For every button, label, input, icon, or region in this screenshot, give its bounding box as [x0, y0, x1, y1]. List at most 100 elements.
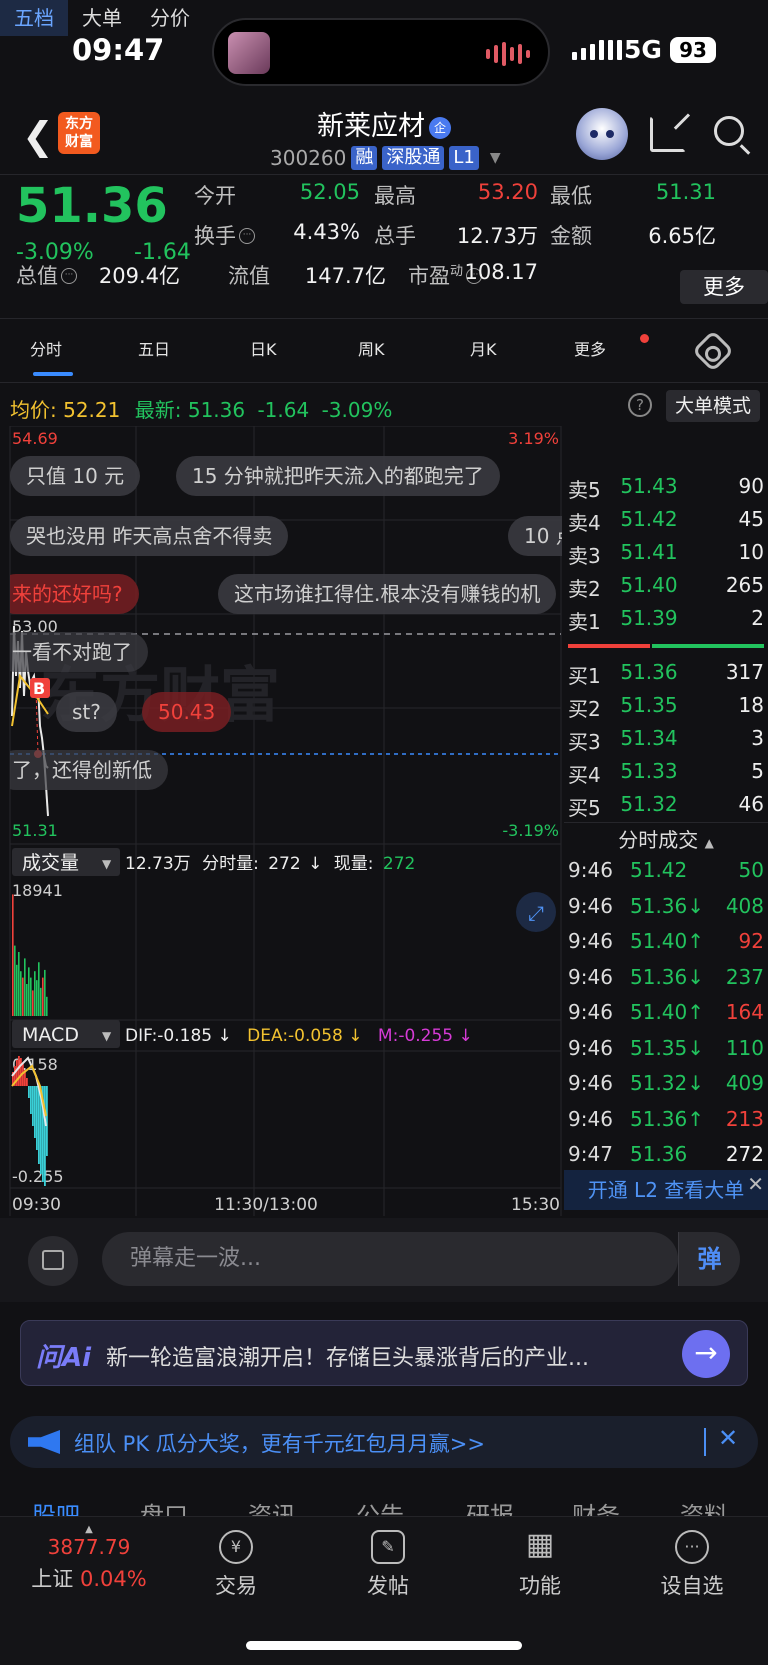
danmaku-bullet[interactable]: 50.43 [142, 692, 232, 732]
tab-5[interactable]: 更多 [574, 336, 606, 360]
section-tab[interactable]: 公告 [356, 1496, 404, 1516]
section-tab[interactable]: 财务 [572, 1496, 620, 1516]
stock-subinfo: 300260 融 深股通 L1 ▼ [270, 146, 501, 170]
grid-icon: ▦ [525, 1527, 555, 1562]
section-tab[interactable]: 资讯 [248, 1496, 296, 1516]
volume-bar [46, 996, 48, 1016]
trade-row: 9:46 51.40↑ 92 [568, 929, 764, 953]
signal-icon [572, 40, 622, 60]
volume-selector: 成交量 [22, 852, 79, 874]
now-playing-avatar [228, 32, 270, 74]
danmaku-bullet[interactable]: st? [56, 692, 117, 732]
macd-bar [44, 1086, 46, 1186]
more-quote-button[interactable]: 更多 [680, 270, 768, 304]
info-icon[interactable]: ··· [61, 268, 77, 284]
danmaku-bullet[interactable]: 一看不对跑了 [10, 632, 148, 672]
big-order-mode-button[interactable]: 大单模式 [666, 390, 760, 422]
latest-change: -1.64 [257, 398, 310, 422]
danmaku-bullet[interactable]: 只值 10 元 [10, 456, 141, 496]
section-tab[interactable]: 盘口 [140, 1496, 188, 1516]
buy-level-row[interactable]: 买5 51.32 46 [568, 792, 764, 821]
danmaku-bullet[interactable]: 10 点 [508, 516, 562, 556]
trade-price: 51.40↑ [630, 1000, 705, 1024]
svg-text:▼: ▼ [102, 857, 112, 871]
sell-level-row[interactable]: 卖5 51.43 90 [568, 474, 764, 503]
avg-price-line: 均价: 52.21 最新: 51.36 -1.64 -3.09% [10, 394, 392, 423]
macd-bar [28, 1086, 30, 1098]
danmaku-settings-icon[interactable] [28, 1236, 78, 1286]
tab-1[interactable]: 五日 [138, 336, 170, 360]
stat-label: 总值 ··· [16, 260, 77, 290]
share-icon[interactable] [650, 116, 686, 152]
trade-time: 9:46 [568, 893, 613, 918]
level-volume: 265 [725, 573, 764, 597]
sell-level-row[interactable]: 卖4 51.42 45 [568, 507, 764, 536]
buy-level-row[interactable]: 买4 51.33 5 [568, 759, 764, 788]
tab-five-level[interactable]: 五档 [0, 0, 68, 36]
tab-4[interactable]: 月K [470, 336, 497, 360]
stat-label: 今开 [194, 184, 236, 208]
macd-bar [34, 1086, 36, 1138]
svg-text:DIF:-0.185 ↓ DEA:-0.058: DIF:-0.185 ↓ DEA:-0.058 ↓ M:-0.255 ↓ [125, 1026, 473, 1046]
tab-2[interactable]: 日K [250, 336, 277, 360]
volume-bar [30, 977, 32, 1016]
level-price: 51.40 [620, 573, 678, 597]
home-indicator[interactable] [246, 1641, 522, 1650]
stat-value: 53.20 [477, 180, 538, 204]
robot-assistant-icon[interactable] [576, 108, 628, 160]
trade-volume: 213 [725, 1106, 764, 1131]
send-danmaku-button[interactable]: 弹 [678, 1232, 740, 1286]
audio-wave-icon [486, 42, 530, 66]
ai-logo: 问Ai [36, 1343, 92, 1373]
promo-text[interactable]: 组队 PK 瓜分大奖，更有千元红包月月赢>> [74, 1428, 485, 1458]
trade-time: 9:46 [568, 1106, 613, 1131]
nav-add-watchlist[interactable]: ··· 设自选 [650, 1530, 734, 1600]
arrow-right-icon[interactable]: → [682, 1330, 730, 1378]
chevron-down-icon[interactable]: ▼ [490, 150, 501, 166]
trade-time: 9:46 [568, 929, 613, 953]
open-l2-banner[interactable]: 开通 L2 查看大单 [564, 1170, 768, 1210]
tab-price-dist[interactable]: 分价 [136, 0, 204, 36]
buy-level-row[interactable]: 买2 51.35 18 [568, 693, 764, 722]
close-icon[interactable]: ✕ [747, 1172, 764, 1196]
sell-level-row[interactable]: 卖1 51.39 2 [568, 606, 764, 635]
danmaku-bullet[interactable]: 来的还好吗? [10, 574, 139, 614]
level-price: 51.36 [620, 660, 678, 684]
tab-3[interactable]: 周K [358, 336, 385, 360]
trade-price: 51.36 [630, 1142, 688, 1166]
danmaku-bullet[interactable]: 15 分钟就把昨天流入的都跑完了 [176, 456, 500, 496]
stat-value: 51.31 [655, 180, 716, 204]
section-tab[interactable]: 资料 [680, 1496, 728, 1516]
stat-label: 总手 [374, 224, 416, 248]
sell-level-row[interactable]: 卖3 51.41 10 [568, 540, 764, 569]
info-icon[interactable]: ··· [239, 228, 255, 244]
index-quote[interactable]: ▲ 3877.79 上证 0.04% [24, 1524, 154, 1593]
tab-0[interactable]: 分时 [30, 336, 62, 360]
danmaku-input[interactable]: 弹幕走一波... [102, 1232, 678, 1286]
help-icon[interactable]: ? [628, 393, 652, 417]
trades-title[interactable]: 分时成交 ▲ [564, 824, 768, 853]
nav-post[interactable]: ✎ 发帖 [352, 1530, 424, 1600]
level-label: 卖5 [568, 478, 601, 502]
search-icon[interactable] [714, 116, 744, 146]
nav-trade[interactable]: ¥ 交易 [200, 1530, 272, 1600]
ai-text[interactable]: 新一轮造富浪潮开启！存储巨头暴涨背后的产业... [106, 1340, 589, 1372]
danmaku-bullet[interactable]: 这市场谁扛得住.根本没有赚钱的机 [218, 574, 557, 614]
buy-level-row[interactable]: 买1 51.36 317 [568, 660, 764, 689]
buy-level-row[interactable]: 买3 51.34 3 [568, 726, 764, 755]
volume-now: 272 [383, 854, 415, 874]
promo-close-icon[interactable]: ✕ [718, 1424, 738, 1452]
sell-level-row[interactable]: 卖2 51.40 265 [568, 573, 764, 602]
section-tab[interactable]: 研报 [466, 1496, 514, 1516]
trade-volume: 92 [738, 929, 764, 953]
nav-functions[interactable]: ▦ 功能 [504, 1530, 576, 1600]
danmaku-bullet[interactable]: 哭也没用 昨天高点舍不得卖 [10, 516, 289, 556]
tab-big-order[interactable]: 大单 [68, 0, 136, 36]
trade-volume: 164 [725, 1000, 764, 1024]
trade-time: 9:47 [568, 1142, 613, 1166]
level-label: 买3 [568, 730, 601, 754]
danmaku-bullet[interactable]: 了，还得创新低 [10, 750, 168, 790]
dynamic-island[interactable] [212, 18, 550, 86]
section-tab[interactable]: 股吧 [32, 1496, 80, 1516]
settings-gear-icon[interactable] [691, 329, 735, 373]
